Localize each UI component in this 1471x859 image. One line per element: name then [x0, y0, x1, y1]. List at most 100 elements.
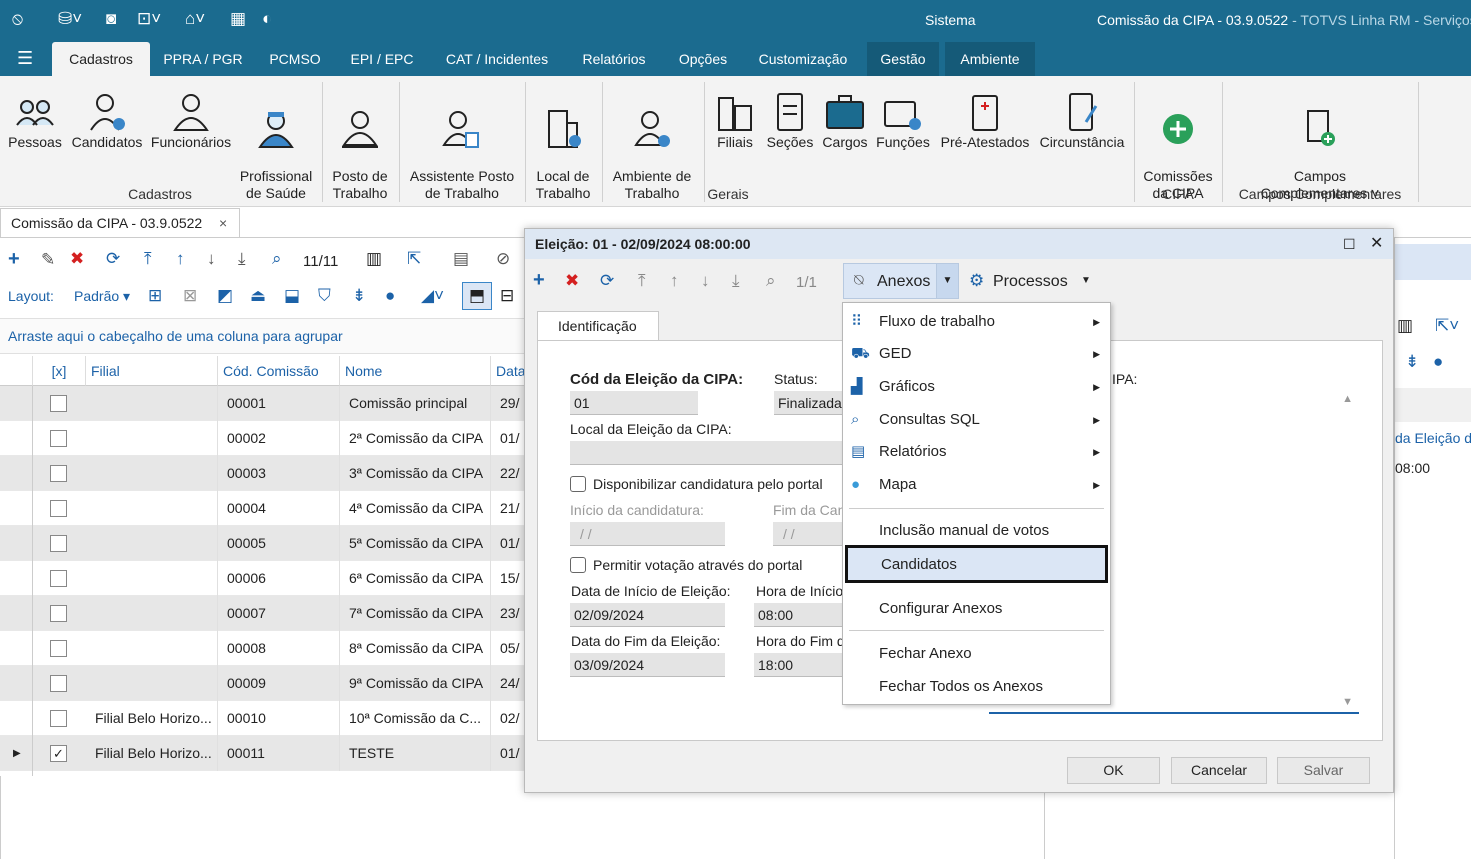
edit-icon[interactable]: ✎	[41, 250, 55, 270]
previous-record-icon[interactable]: ↑	[670, 271, 679, 291]
menu-item-consultas-sql[interactable]: ⌕ Consultas SQL ▶	[843, 404, 1110, 436]
add-icon[interactable]: +	[533, 269, 545, 292]
ribbon-filiais-button[interactable]: Filiais	[712, 90, 758, 151]
row-checkbox[interactable]	[50, 535, 67, 552]
ribbon-assistente-button[interactable]: Assistente Posto de Trabalho	[404, 90, 520, 219]
tab-opcoes[interactable]: Opções	[667, 42, 739, 76]
first-record-icon[interactable]: ⤒	[638, 271, 646, 291]
data-inicio-field[interactable]: 02/09/2024	[570, 603, 725, 627]
maximize-icon[interactable]: ☐	[1343, 229, 1356, 259]
columns-icon[interactable]: ▥	[366, 249, 382, 269]
data-fim-field[interactable]: 03/09/2024	[570, 653, 725, 677]
tab-gestao[interactable]: Gestão	[867, 42, 939, 76]
move-down-icon[interactable]: ⬓	[284, 286, 300, 306]
pin-icon[interactable]: ⇟	[1405, 352, 1419, 372]
export-icon[interactable]: ⇱˅	[1435, 316, 1459, 336]
shapes-icon[interactable]: ●	[385, 286, 395, 306]
local-eleicao-field[interactable]	[570, 441, 844, 465]
cod-eleicao-field[interactable]: 01	[570, 391, 698, 415]
row-checkbox[interactable]	[50, 395, 67, 412]
collapse-icon[interactable]: ⊠	[183, 286, 197, 306]
document-tab[interactable]: Comissão da CIPA - 03.9.0522 ×	[0, 208, 240, 238]
shapes-icon[interactable]: ●	[1433, 352, 1443, 372]
tab-identificacao[interactable]: Identificação	[537, 311, 659, 341]
table-row[interactable]: 00002 2ª Comissão da CIPA 01/	[0, 421, 530, 456]
close-icon[interactable]: ×	[219, 209, 227, 238]
table-row[interactable]: 00007 7ª Comissão da CIPA 23/	[0, 596, 530, 631]
ribbon-profissional-button[interactable]: Profissional de Saúde	[237, 90, 315, 219]
tab-cadastros[interactable]: Cadastros	[52, 42, 150, 76]
add-icon[interactable]: +	[8, 248, 20, 271]
refresh-icon[interactable]: ⟳	[106, 249, 120, 269]
scroll-up-icon[interactable]: ▲	[1342, 393, 1353, 405]
row-checkbox[interactable]	[50, 710, 67, 727]
search-icon[interactable]: ⌕	[272, 249, 282, 269]
table-row[interactable]: 00009 9ª Comissão da CIPA 24/	[0, 666, 530, 701]
last-record-icon[interactable]: ⤓	[238, 249, 246, 269]
ribbon-secoes-button[interactable]: Seções	[764, 90, 816, 151]
tab-cat-incidentes[interactable]: CAT / Incidentes	[433, 42, 561, 76]
delete-icon[interactable]: ✖	[565, 271, 579, 291]
table-row[interactable]: 00006 6ª Comissão da CIPA 15/	[0, 561, 530, 596]
menu-item-fechar-todos[interactable]: Fechar Todos os Anexos	[843, 671, 1110, 703]
app-logo-icon[interactable]: ⦸	[12, 9, 23, 29]
grid-icon[interactable]: ◩	[217, 286, 233, 306]
calculator-icon[interactable]: ▦	[230, 9, 246, 29]
paint-icon[interactable]: ⛉	[318, 286, 331, 306]
cancel-button[interactable]: Cancelar	[1171, 757, 1267, 784]
menu-item-fluxo[interactable]: ⠿ Fluxo de trabalho ▶	[843, 306, 1110, 338]
table-row[interactable]: 00008 8ª Comissão da CIPA 05/	[0, 631, 530, 666]
ribbon-funcoes-button[interactable]: Funções	[874, 90, 932, 151]
table-row[interactable]: 00005 5ª Comissão da CIPA 01/	[0, 526, 530, 561]
group-by-area[interactable]: Arraste aqui o cabeçalho de uma coluna p…	[0, 318, 524, 354]
refresh-icon[interactable]: ⟳	[600, 271, 614, 291]
ribbon-pessoas-button[interactable]: Pessoas	[4, 90, 66, 151]
save-button[interactable]: Salvar	[1277, 757, 1370, 784]
processos-button[interactable]: Processos	[993, 273, 1068, 291]
row-checkbox[interactable]	[50, 570, 67, 587]
ribbon-circunstancia-button[interactable]: Circunstância	[1038, 90, 1126, 151]
next-record-icon[interactable]: ↓	[701, 271, 710, 291]
gear-icon[interactable]: ⚙	[969, 271, 984, 291]
row-checkbox[interactable]: ✓	[50, 745, 67, 762]
fim-candidatura-field[interactable]: / /	[773, 522, 844, 546]
delete-icon[interactable]: ✖	[70, 249, 84, 269]
view-split-icon[interactable]: ⊟	[500, 286, 514, 306]
ok-button[interactable]: OK	[1067, 757, 1160, 784]
scroll-down-icon[interactable]: ▼	[1342, 696, 1353, 708]
select-all-header[interactable]: [x]	[33, 356, 86, 386]
ribbon-funcionarios-button[interactable]: Funcionários	[150, 90, 232, 151]
previous-record-icon[interactable]: ↑	[176, 249, 185, 269]
chevron-down-icon[interactable]: ▼	[1081, 275, 1091, 286]
tab-epi-epc[interactable]: EPI / EPC	[340, 42, 424, 76]
tab-ambiente[interactable]: Ambiente	[945, 42, 1035, 76]
view-bottom-button[interactable]: ⬒	[462, 282, 492, 310]
tab-relatorios[interactable]: Relatórios	[570, 42, 658, 76]
document-icon[interactable]: ▤	[453, 249, 469, 269]
menu-item-relatorios[interactable]: ▤ Relatórios ▶	[843, 436, 1110, 468]
disponibilizar-checkbox[interactable]	[570, 476, 586, 492]
row-checkbox[interactable]	[50, 675, 67, 692]
status-field[interactable]: Finalizada	[774, 391, 844, 415]
row-checkbox[interactable]	[50, 605, 67, 622]
export-icon[interactable]: ⇱	[407, 249, 421, 269]
network-icon[interactable]: ⛁˅	[58, 9, 82, 29]
column-header-nome[interactable]: Nome	[340, 356, 491, 386]
menu-item-graficos[interactable]: ▟ Gráficos ▶	[843, 371, 1110, 403]
row-checkbox[interactable]	[50, 465, 67, 482]
permitir-checkbox[interactable]	[570, 557, 586, 573]
ribbon-ambiente-button[interactable]: Ambiente de Trabalho	[606, 90, 698, 219]
column-header-filial[interactable]: Filial	[86, 356, 218, 386]
ribbon-posto-button[interactable]: Posto de Trabalho	[326, 90, 394, 219]
expand-icon[interactable]: ⊞	[148, 286, 162, 306]
pin-icon[interactable]: ⇟	[352, 286, 366, 306]
chevron-down-icon[interactable]: ▼	[936, 264, 958, 298]
menu-item-inclusao-votos[interactable]: Inclusão manual de votos	[843, 515, 1110, 547]
hora-fim-field[interactable]: 18:00	[754, 653, 844, 677]
anexos-button[interactable]: ⍉ Anexos ▼	[843, 263, 959, 299]
attachment-icon[interactable]: ⊘	[496, 249, 510, 269]
ribbon-local-button[interactable]: Local de Trabalho	[530, 90, 596, 219]
last-record-icon[interactable]: ⤓	[732, 271, 740, 291]
ribbon-pre-atestados-button[interactable]: Pré-Atestados	[938, 90, 1032, 151]
next-record-icon[interactable]: ↓	[207, 249, 216, 269]
